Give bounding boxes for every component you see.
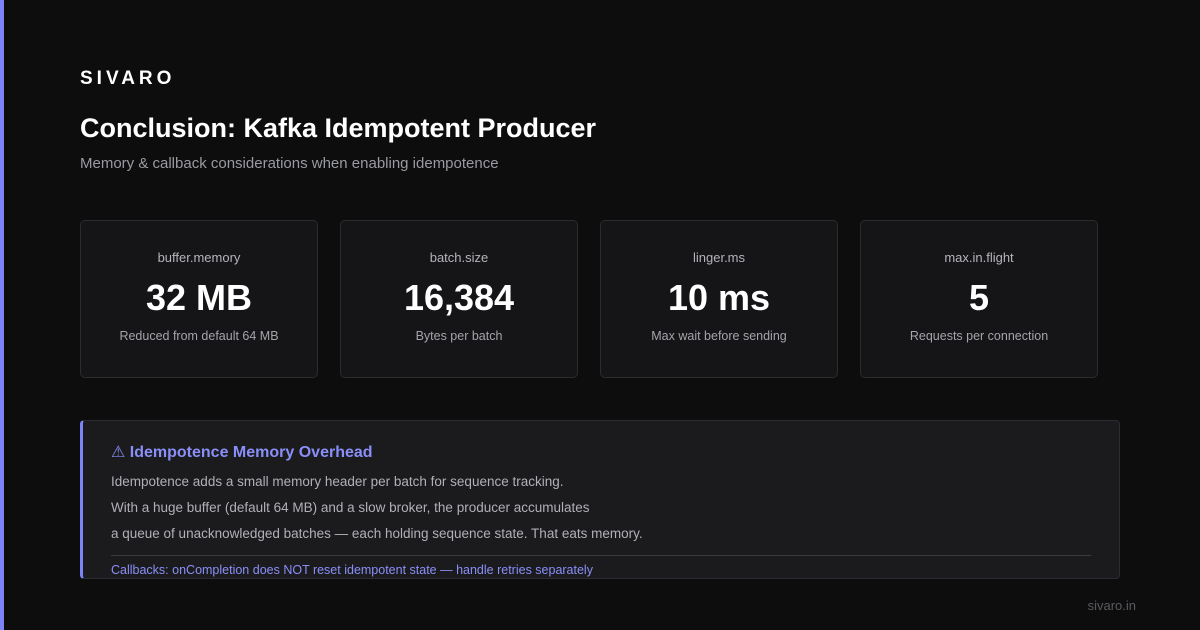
metric-label: linger.ms <box>692 250 746 265</box>
warning-title: ⚠ Idempotence Memory Overhead <box>111 444 373 461</box>
brand-logo: SIVARO <box>80 68 176 89</box>
page-subtitle: Memory & callback considerations when en… <box>80 155 499 172</box>
metric-label: max.in.flight <box>944 250 1014 265</box>
metric-caption: Reduced from default 64 MB <box>119 329 279 343</box>
site-url: sivaro.in <box>1087 598 1136 613</box>
metric-value: 32 MB <box>145 277 253 318</box>
warning-line: a queue of unacknowledged batches — each… <box>111 526 643 541</box>
metric-label: buffer.memory <box>157 250 241 265</box>
metric-card-linger-ms: linger.ms 10 ms Max wait before sending <box>600 220 838 378</box>
accent-bar <box>0 0 4 630</box>
slide: SIVARO Conclusion: Kafka Idempotent Prod… <box>0 0 1200 630</box>
metric-caption: Max wait before sending <box>651 329 787 343</box>
warning-line: Idempotence adds a small memory header p… <box>111 474 564 489</box>
page-title: Conclusion: Kafka Idempotent Producer <box>80 113 597 143</box>
warning-callout: ⚠ Idempotence Memory Overhead Idempotenc… <box>80 420 1120 579</box>
divider <box>111 555 1091 556</box>
metric-value: 16,384 <box>403 277 515 318</box>
metric-value: 5 <box>968 277 990 318</box>
callback-note: Callbacks: onCompletion does NOT reset i… <box>111 563 593 577</box>
metric-value: 10 ms <box>667 277 771 318</box>
metric-label: batch.size <box>429 250 489 265</box>
metric-card-batch-size: batch.size 16,384 Bytes per batch <box>340 220 578 378</box>
warning-line: With a huge buffer (default 64 MB) and a… <box>111 500 590 515</box>
metric-caption: Bytes per batch <box>415 329 503 343</box>
metric-card-buffer-memory: buffer.memory 32 MB Reduced from default… <box>80 220 318 378</box>
metric-caption: Requests per connection <box>909 329 1049 343</box>
metric-card-max-in-flight: max.in.flight 5 Requests per connection <box>860 220 1098 378</box>
